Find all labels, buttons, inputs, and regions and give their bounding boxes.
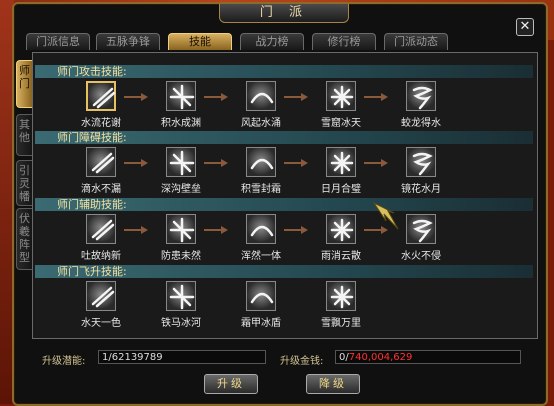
snow-drift-icon[interactable] (326, 281, 356, 311)
skill-3-2[interactable]: 霜甲冰盾 (231, 281, 291, 329)
arrow-right-icon (364, 93, 388, 101)
skill-label: 蛟龙得水 (401, 118, 441, 129)
skill-3-1[interactable]: 铁马冰河 (151, 281, 211, 329)
row-header-2: 师门辅助技能: (35, 198, 533, 211)
side-tab-3[interactable]: 伏羲阵型 (16, 208, 32, 270)
downgrade-button[interactable]: 降级 (306, 374, 360, 394)
frost-shield-icon[interactable] (246, 281, 276, 311)
skill-label: 日月合璧 (321, 184, 361, 195)
skill-3-0[interactable]: 水天一色 (71, 281, 131, 329)
potential-field: 1/62139789 (98, 350, 266, 364)
money-prefix: 0/ (339, 352, 349, 363)
arrow-right-icon (284, 159, 308, 167)
skills-panel: 师门攻击技能: 水流花谢 积水成渊 风起水涌 雪窟冰天 蛟龙得水师门障碍技能: 滴水不漏 深沟… (32, 52, 538, 339)
skill-label: 镜花水月 (401, 184, 441, 195)
skill-label: 水天一色 (81, 318, 121, 329)
upgrade-button[interactable]: 升级 (204, 374, 258, 394)
ice-burst-icon[interactable] (326, 81, 356, 111)
fire-water-icon[interactable] (406, 214, 436, 244)
skill-label: 风起水涌 (241, 118, 281, 129)
skill-label: 滴水不漏 (81, 184, 121, 195)
money-label: 升级金钱: (280, 356, 324, 367)
skill-1-2[interactable]: 积雪封霜 (231, 147, 291, 195)
skill-label: 吐故纳新 (81, 251, 121, 262)
iron-horse-icon[interactable] (166, 281, 196, 311)
row-header-0: 师门攻击技能: (35, 65, 533, 78)
skill-2-4[interactable]: 水火不侵 (391, 214, 451, 262)
tab-4[interactable]: 修行榜 (312, 33, 376, 50)
arrow-right-icon (284, 93, 308, 101)
skill-3-3[interactable]: 雪飘万里 (311, 281, 371, 329)
arrow-right-icon (124, 93, 148, 101)
skill-label: 浑然一体 (241, 251, 281, 262)
tab-5[interactable]: 门派动态 (384, 33, 448, 50)
skill-label: 雨消云散 (321, 251, 361, 262)
rain-icon[interactable] (326, 214, 356, 244)
skill-0-1[interactable]: 积水成渊 (151, 81, 211, 129)
skill-1-0[interactable]: 滴水不漏 (71, 147, 131, 195)
money-value: 740,004,629 (348, 352, 413, 363)
lotus-guard-icon[interactable] (166, 214, 196, 244)
arrow-right-icon (204, 93, 228, 101)
light-burst-icon[interactable] (166, 81, 196, 111)
skill-2-1[interactable]: 防患未然 (151, 214, 211, 262)
whirlpool-icon[interactable] (406, 81, 436, 111)
sun-moon-icon[interactable] (326, 147, 356, 177)
skill-label: 水流花谢 (81, 118, 121, 129)
tab-1[interactable]: 五脉争锋 (96, 33, 160, 50)
skill-2-0[interactable]: 吐故纳新 (71, 214, 131, 262)
skill-label: 铁马冰河 (161, 318, 201, 329)
skill-0-0[interactable]: 水流花谢 (71, 81, 131, 129)
window-title: 门 派 (219, 4, 349, 23)
skill-1-1[interactable]: 深沟壁垒 (151, 147, 211, 195)
skill-label: 积水成渊 (161, 118, 201, 129)
water-blade-icon[interactable] (86, 81, 116, 111)
skill-label: 雪飘万里 (321, 318, 361, 329)
arrow-right-icon (204, 226, 228, 234)
skill-0-4[interactable]: 蛟龙得水 (391, 81, 451, 129)
wind-wave-icon[interactable] (246, 81, 276, 111)
skill-0-3[interactable]: 雪窟冰天 (311, 81, 371, 129)
potential-label: 升级潜能: (42, 356, 86, 367)
breath-icon[interactable] (86, 214, 116, 244)
skill-2-3[interactable]: 雨消云散 (311, 214, 371, 262)
row-header-1: 师门障碍技能: (35, 131, 533, 144)
arrow-right-icon (124, 159, 148, 167)
tab-0[interactable]: 门派信息 (26, 33, 90, 50)
barrier-icon[interactable] (166, 147, 196, 177)
arrow-right-icon (124, 226, 148, 234)
skill-0-2[interactable]: 风起水涌 (231, 81, 291, 129)
tab-3[interactable]: 战力榜 (240, 33, 304, 50)
arrow-right-icon (284, 226, 308, 234)
arrow-right-icon (204, 159, 228, 167)
close-button[interactable]: ✕ (516, 18, 534, 36)
sky-water-icon[interactable] (86, 281, 116, 311)
skill-label: 霜甲冰盾 (241, 318, 281, 329)
side-tab-1[interactable]: 其他 (16, 114, 32, 156)
frost-bird-icon[interactable] (246, 147, 276, 177)
lotus-icon[interactable] (246, 214, 276, 244)
money-field: 0/740,004,629 (335, 350, 521, 364)
beast-icon[interactable] (406, 147, 436, 177)
row-header-3: 师门飞升技能: (35, 265, 533, 278)
dragon-claw-icon[interactable] (86, 147, 116, 177)
tab-2[interactable]: 技能 (168, 33, 232, 50)
pointer-cursor-icon (372, 201, 399, 230)
side-tab-2[interactable]: 引灵幡 (16, 160, 32, 206)
skill-label: 水火不侵 (401, 251, 441, 262)
side-tab-0[interactable]: 师门 (16, 60, 32, 108)
skill-1-4[interactable]: 镜花水月 (391, 147, 451, 195)
skill-1-3[interactable]: 日月合璧 (311, 147, 371, 195)
skill-label: 深沟壁垒 (161, 184, 201, 195)
skill-label: 雪窟冰天 (321, 118, 361, 129)
skill-2-2[interactable]: 浑然一体 (231, 214, 291, 262)
close-icon: ✕ (519, 19, 531, 34)
skill-label: 防患未然 (161, 251, 201, 262)
arrow-right-icon (364, 159, 388, 167)
skill-label: 积雪封霜 (241, 184, 281, 195)
